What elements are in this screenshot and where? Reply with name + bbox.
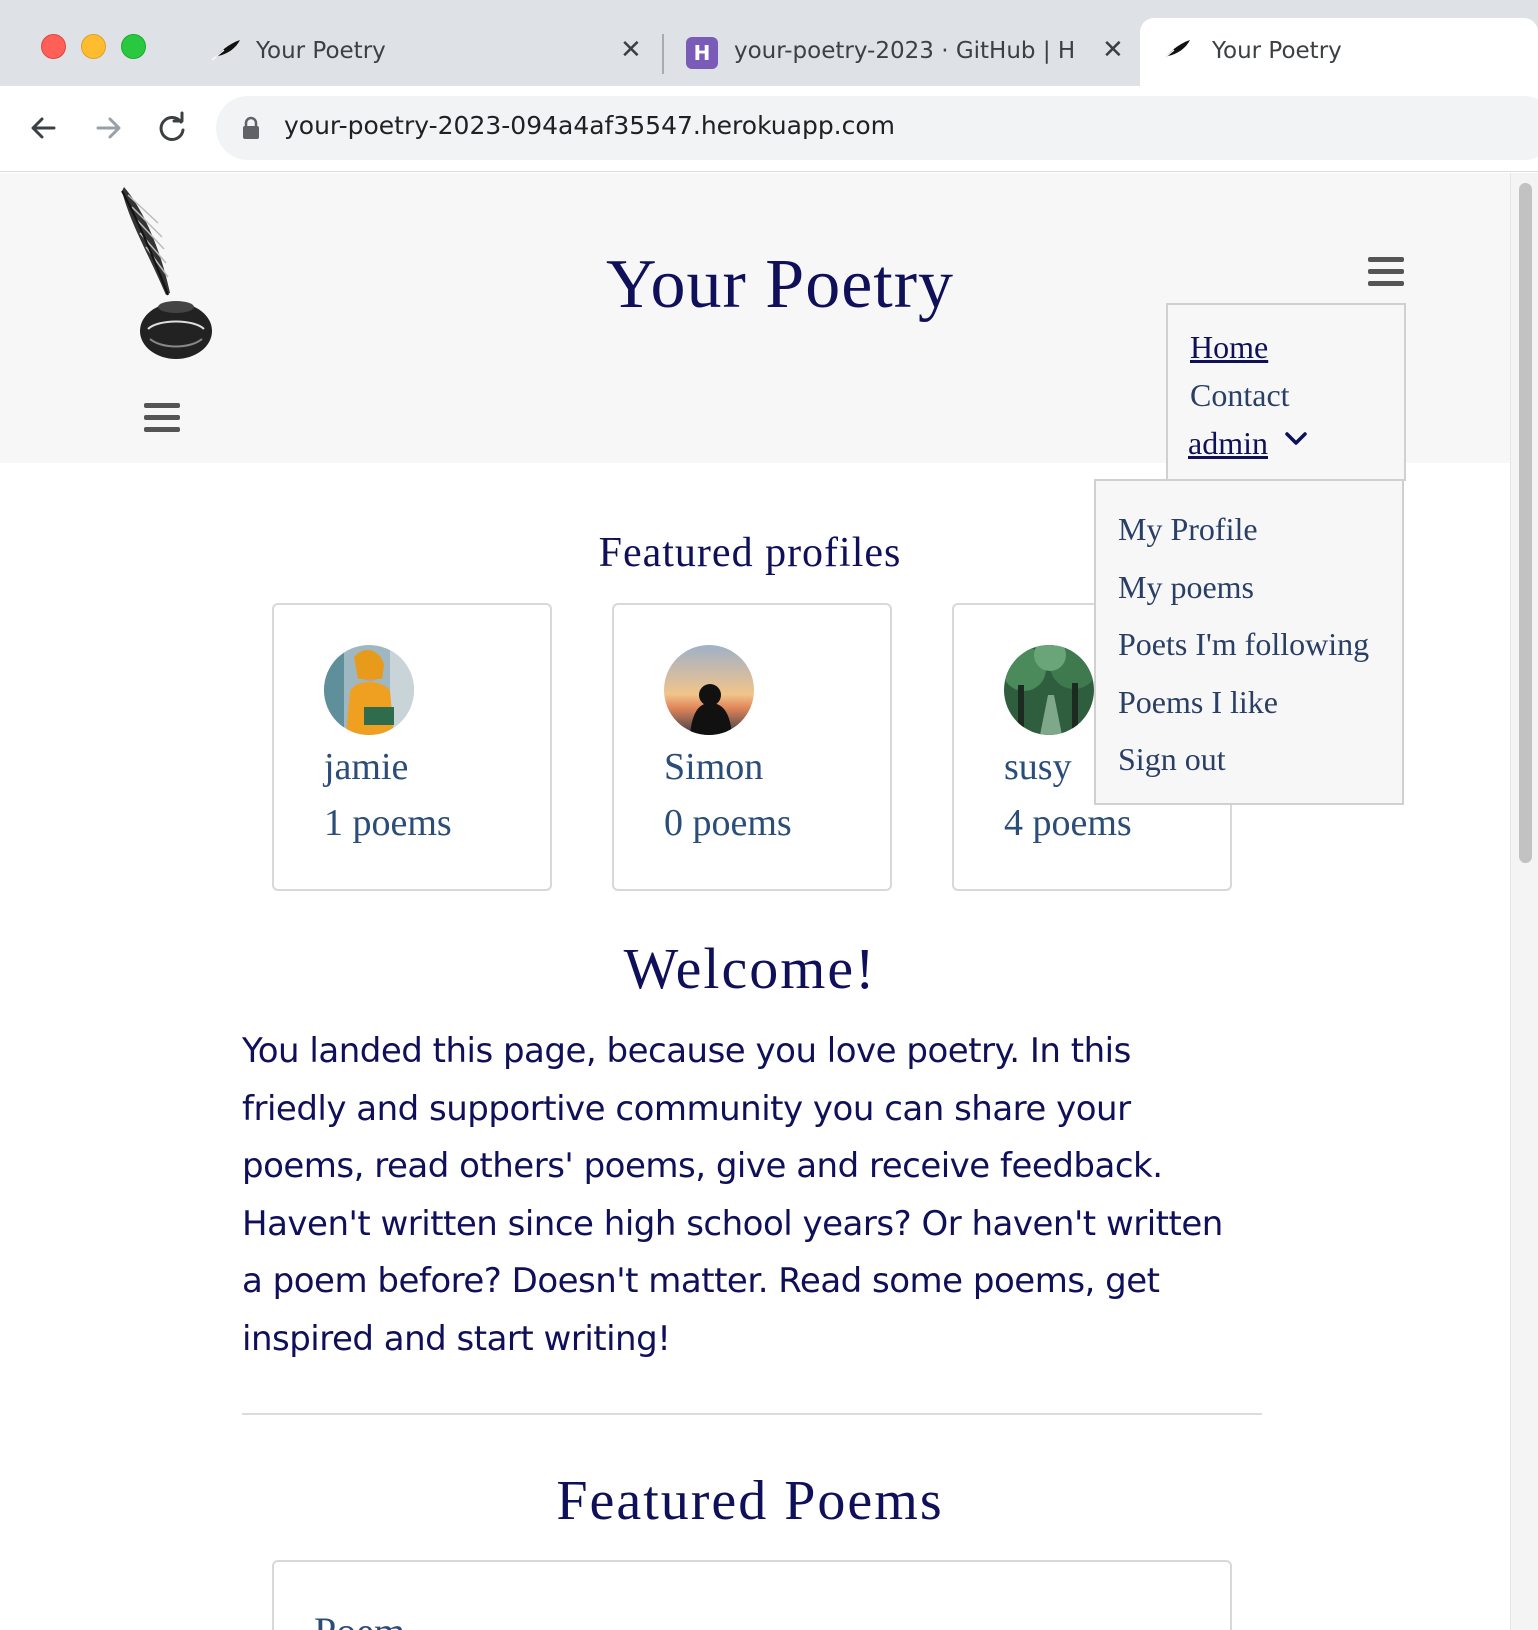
- profile-card[interactable]: jamie 1 poems: [272, 603, 552, 891]
- minimize-window-button[interactable]: [81, 34, 106, 59]
- divider: [242, 1413, 1262, 1415]
- chevron-down-icon[interactable]: [1284, 431, 1308, 447]
- dropdown-item-my-poems[interactable]: My poems: [1118, 569, 1254, 606]
- profile-poem-count: 1 poems: [324, 802, 452, 844]
- feather-icon: [1161, 40, 1190, 61]
- nav-link-admin[interactable]: admin: [1188, 425, 1268, 462]
- page-scrollbar[interactable]: [1510, 173, 1538, 1630]
- close-tab-icon[interactable]: ✕: [1102, 35, 1124, 65]
- dropdown-item-poems-liked[interactable]: Poems I like: [1118, 684, 1278, 721]
- welcome-text: You landed this page, because you love p…: [242, 1031, 1223, 1359]
- forward-arrow-icon[interactable]: [88, 108, 128, 148]
- avatar: [324, 645, 414, 735]
- nav-link-contact[interactable]: Contact: [1190, 377, 1290, 414]
- scrollbar-thumb[interactable]: [1519, 183, 1532, 863]
- browser-tab-3-active[interactable]: Your Poetry: [1140, 18, 1538, 86]
- tab-title: your-poetry-2023 · GitHub | H: [734, 38, 1074, 64]
- avatar: [1004, 645, 1094, 735]
- maximize-window-button[interactable]: [121, 34, 146, 59]
- reload-icon[interactable]: [152, 108, 192, 148]
- welcome-heading: Welcome!: [623, 936, 877, 1001]
- featured-poems-heading: Featured Poems: [556, 1470, 944, 1532]
- profile-name[interactable]: susy: [1004, 745, 1072, 789]
- avatar: [664, 645, 754, 735]
- poem-card[interactable]: Poem: [272, 1560, 1232, 1630]
- browser-toolbar: your-poetry-2023-094a4af35547.herokuapp.…: [0, 86, 1538, 172]
- hamburger-menu-icon[interactable]: [144, 403, 180, 433]
- admin-dropdown-menu: My Profile My poems Poets I'm following …: [1094, 479, 1404, 805]
- heroku-icon: H: [686, 37, 718, 69]
- browser-tabstrip: Your Poetry ✕ H your-poetry-2023 · GitHu…: [0, 0, 1538, 86]
- address-bar[interactable]: your-poetry-2023-094a4af35547.herokuapp.…: [216, 96, 1538, 160]
- browser-tab-1[interactable]: Your Poetry ✕: [190, 18, 660, 86]
- site-header: Your Poetry Home Contact admin: [0, 173, 1510, 481]
- browser-tab-2[interactable]: H your-poetry-2023 · GitHub | H ✕: [664, 18, 1140, 86]
- tab-title: Your Poetry: [1212, 38, 1342, 64]
- close-tab-icon[interactable]: ✕: [620, 35, 642, 65]
- profile-poem-count: 4 poems: [1004, 802, 1132, 844]
- profile-card[interactable]: Simon 0 poems: [612, 603, 892, 891]
- nav-menu: Home Contact admin: [1166, 303, 1406, 481]
- hamburger-menu-icon[interactable]: [1368, 257, 1404, 287]
- close-window-button[interactable]: [41, 34, 66, 59]
- back-arrow-icon[interactable]: [24, 108, 64, 148]
- tab-title: Your Poetry: [256, 38, 386, 64]
- profile-name[interactable]: Simon: [664, 745, 763, 789]
- nav-link-home[interactable]: Home: [1190, 329, 1268, 366]
- dropdown-item-poets-following[interactable]: Poets I'm following: [1118, 626, 1369, 663]
- page-viewport: Your Poetry Home Contact admin Featured …: [0, 173, 1510, 1630]
- profile-poem-count: 0 poems: [664, 802, 792, 844]
- feather-icon: [211, 40, 240, 61]
- url-text: your-poetry-2023-094a4af35547.herokuapp.…: [284, 111, 896, 140]
- lock-icon: [243, 116, 259, 139]
- dropdown-item-sign-out[interactable]: Sign out: [1118, 741, 1226, 778]
- poem-card-title[interactable]: Poem: [314, 1608, 405, 1630]
- dropdown-item-my-profile[interactable]: My Profile: [1118, 511, 1258, 548]
- profile-name[interactable]: jamie: [324, 745, 408, 789]
